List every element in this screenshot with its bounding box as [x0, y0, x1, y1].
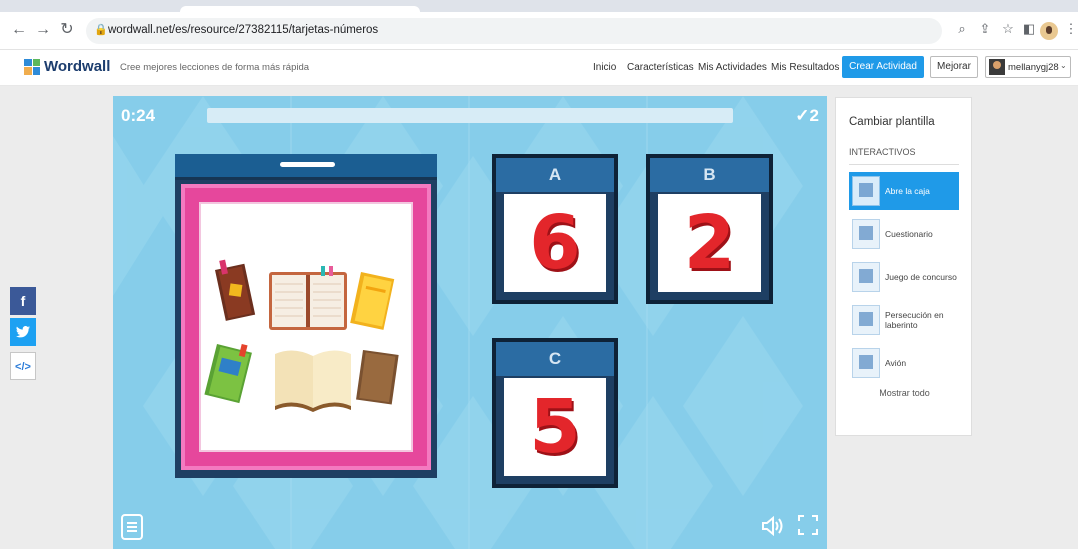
- site-header: Wordwall Cree mejores lecciones de forma…: [0, 50, 1078, 86]
- template-thumbnail-icon: [852, 219, 880, 249]
- zoom-icon[interactable]: ⌕: [953, 21, 971, 37]
- avatar: [989, 59, 1005, 75]
- forward-icon[interactable]: →: [32, 19, 54, 41]
- prompt-card: [199, 202, 413, 452]
- twitter-bird-icon: [16, 326, 30, 338]
- template-label: Juego de concurso: [885, 272, 957, 282]
- template-label: Abre la caja: [885, 186, 930, 196]
- box-card-b[interactable]: B 2: [646, 154, 773, 304]
- wordwall-logo[interactable]: Wordwall: [24, 58, 110, 75]
- tagline: Cree mejores lecciones de forma más rápi…: [120, 62, 310, 73]
- lock-icon: 🔒: [94, 24, 108, 36]
- template-label: Avión: [885, 358, 907, 368]
- card-letter: B: [650, 158, 769, 192]
- card-face: 2: [658, 194, 761, 292]
- template-avion[interactable]: Avión: [849, 344, 959, 382]
- menu-kebab-icon[interactable]: ⋮: [1062, 21, 1078, 37]
- change-template-panel: Cambiar plantilla INTERACTIVOS Abre la c…: [835, 97, 972, 436]
- card-number: 2: [683, 200, 736, 286]
- url-text: wordwall.net/es/resource/27382115/tarjet…: [108, 24, 379, 36]
- card-number: 6: [529, 200, 581, 286]
- sound-icon[interactable]: [761, 515, 785, 541]
- timer: 0:24: [121, 106, 156, 125]
- username: mellanygj28: [1008, 62, 1059, 73]
- panel-title: Cambiar plantilla: [849, 116, 935, 128]
- nav-mis-actividades[interactable]: Mis Actividades: [698, 62, 767, 73]
- template-thumbnail-icon: [852, 305, 880, 335]
- embed-button[interactable]: </>: [10, 352, 36, 380]
- template-abre-la-caja[interactable]: Abre la caja: [849, 172, 959, 210]
- sidepanel-icon[interactable]: ◧: [1020, 21, 1038, 37]
- box-lid: [175, 154, 437, 180]
- open-box-card: [175, 154, 437, 478]
- template-cuestionario[interactable]: Cuestionario: [849, 215, 959, 253]
- menu-icon[interactable]: [121, 514, 143, 545]
- template-thumbnail-icon: [852, 348, 880, 378]
- back-icon[interactable]: ←: [8, 19, 30, 41]
- show-all-link[interactable]: Mostrar todo: [836, 388, 973, 398]
- panel-subtitle: INTERACTIVOS: [849, 147, 916, 157]
- bookmark-star-icon[interactable]: ☆: [999, 21, 1017, 37]
- user-menu[interactable]: mellanygj28 ⌄: [985, 56, 1071, 78]
- wordwall-logo-icon: [24, 58, 40, 75]
- brand-name: Wordwall: [44, 58, 111, 75]
- template-label: Persecución en laberinto: [885, 310, 944, 330]
- improve-button[interactable]: Mejorar: [930, 56, 978, 78]
- progress-bar: [207, 108, 733, 123]
- books-illustration: [204, 259, 399, 412]
- twitter-share-button[interactable]: [10, 318, 36, 346]
- nav-caracteristicas[interactable]: Características: [627, 62, 694, 73]
- box-card-c[interactable]: C 5: [492, 338, 618, 488]
- browser-profile-avatar[interactable]: [1040, 22, 1058, 40]
- nav-mis-resultados[interactable]: Mis Resultados: [771, 62, 839, 73]
- template-juego-de-concurso[interactable]: Juego de concurso: [849, 258, 959, 296]
- card-face: 5: [504, 378, 606, 476]
- card-letter: A: [496, 158, 614, 192]
- score-counter: ✓2: [795, 106, 819, 125]
- template-persecucion-en-laberinto[interactable]: Persecución en laberinto: [849, 301, 959, 339]
- template-label: Cuestionario: [885, 229, 933, 239]
- reload-icon[interactable]: ↻: [56, 19, 78, 41]
- facebook-share-button[interactable]: f: [10, 287, 36, 315]
- box-card-a[interactable]: A 6: [492, 154, 618, 304]
- browser-toolbar: ← → ↻ 🔒 wordwall.net/es/resource/2738211…: [0, 12, 1078, 50]
- box-frame: [181, 184, 431, 470]
- create-activity-button[interactable]: Crear Actividad: [842, 56, 924, 78]
- browser-tab-strip: [0, 0, 1078, 12]
- address-bar[interactable]: 🔒 wordwall.net/es/resource/27382115/tarj…: [86, 18, 942, 44]
- chevron-down-icon: ⌄: [1060, 61, 1067, 70]
- card-letter: C: [496, 342, 614, 376]
- template-thumbnail-icon: [852, 262, 880, 292]
- divider: [849, 164, 959, 165]
- template-thumbnail-icon: [852, 176, 880, 206]
- share-page-icon[interactable]: ⇪: [976, 21, 994, 37]
- card-face: 6: [504, 194, 606, 292]
- fullscreen-icon[interactable]: [797, 514, 819, 541]
- card-number: 5: [529, 384, 581, 470]
- game-area[interactable]: 0:24 ✓2 A 6 B 2 C 5: [113, 96, 827, 549]
- nav-inicio[interactable]: Inicio: [593, 62, 616, 73]
